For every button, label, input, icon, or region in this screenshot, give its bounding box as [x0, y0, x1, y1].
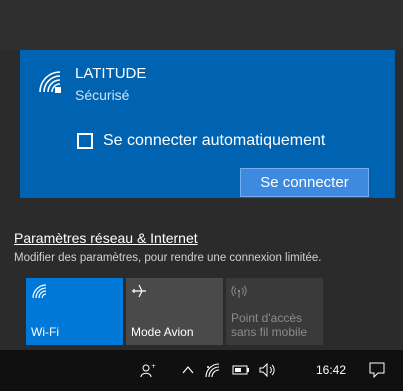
airplane-icon — [132, 284, 146, 298]
network-status: Sécurisé — [75, 87, 130, 103]
people-icon[interactable]: + — [140, 362, 156, 378]
wifi-tile[interactable]: Wi-Fi — [26, 278, 123, 345]
auto-connect-row[interactable]: Se connecter automatiquement — [77, 129, 325, 153]
network-flyout: LATITUDE Sécurisé Se connecter automatiq… — [0, 0, 403, 350]
hotspot-tile-label: Point d'accès sans fil mobile — [231, 311, 307, 339]
wifi-icon — [32, 284, 47, 299]
network-settings-link[interactable]: Paramètres réseau & Internet — [14, 230, 198, 246]
network-settings-description: Modifier des paramètres, pour rendre une… — [14, 252, 322, 264]
connect-button[interactable]: Se connecter — [240, 168, 369, 197]
flyout-top-area — [0, 0, 403, 50]
wifi-secured-icon — [39, 71, 61, 93]
airplane-tile-label: Mode Avion — [131, 325, 194, 339]
hotspot-label-line1: Point d'accès — [231, 311, 302, 325]
taskbar: + 16:42 — [0, 350, 403, 391]
network-name: LATITUDE — [75, 65, 147, 82]
volume-icon[interactable] — [258, 362, 278, 378]
auto-connect-label: Se connecter automatiquement — [103, 132, 326, 149]
mobile-hotspot-tile: Point d'accès sans fil mobile — [226, 278, 323, 345]
hotspot-label-line2: sans fil mobile — [231, 325, 308, 339]
wifi-tray-icon[interactable] — [204, 362, 220, 378]
svg-text:+: + — [151, 363, 156, 370]
chevron-up-icon[interactable] — [182, 362, 194, 378]
airplane-mode-tile[interactable]: Mode Avion — [126, 278, 223, 345]
auto-connect-checkbox[interactable] — [77, 133, 93, 149]
notification-icon[interactable] — [369, 362, 385, 378]
network-item-latitude[interactable]: LATITUDE Sécurisé Se connecter automatiq… — [20, 50, 395, 198]
wifi-tile-label: Wi-Fi — [31, 325, 59, 339]
taskbar-clock[interactable]: 16:42 — [316, 363, 346, 377]
battery-icon[interactable] — [232, 362, 250, 378]
hotspot-icon — [231, 285, 247, 298]
